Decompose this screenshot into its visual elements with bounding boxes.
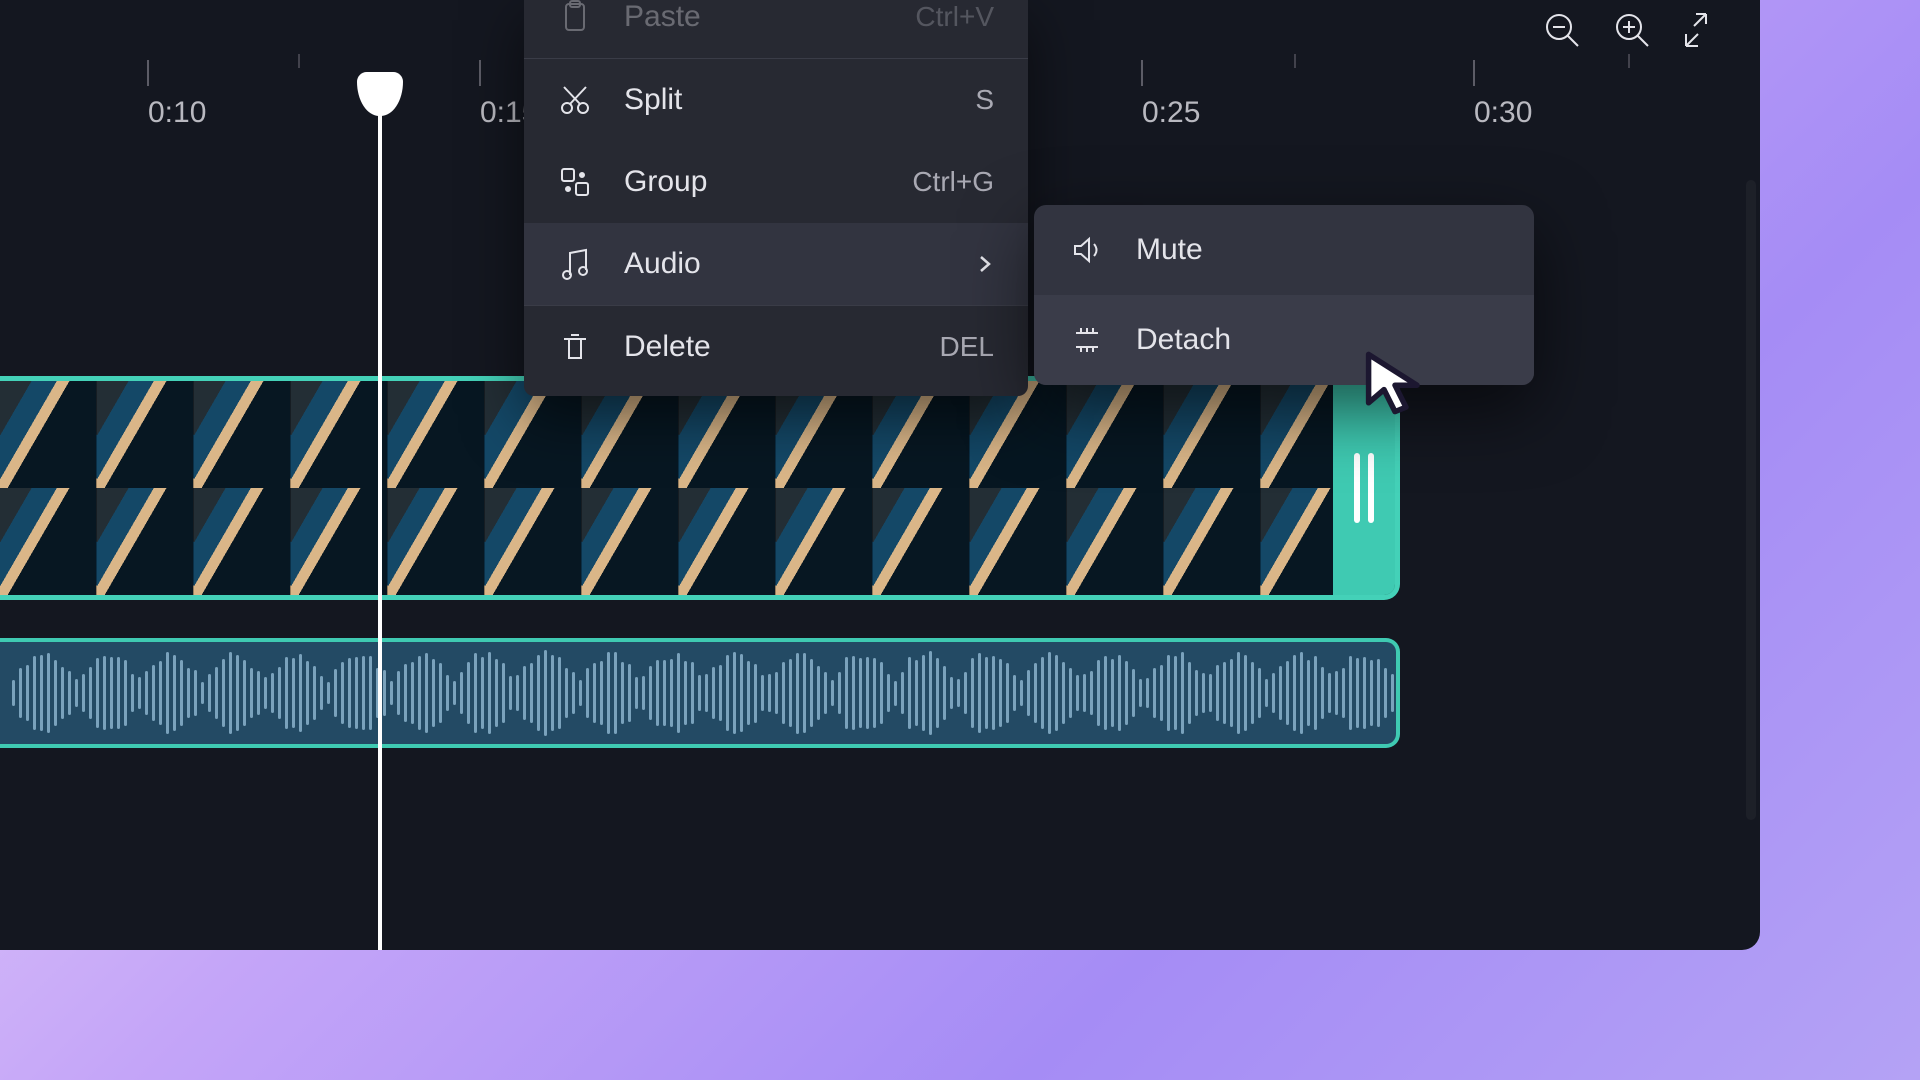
video-frame bbox=[679, 381, 776, 595]
menu-item-paste[interactable]: Paste Ctrl+V bbox=[524, 0, 1028, 58]
ruler-tick: 0:10 bbox=[148, 96, 206, 130]
submenu-item-detach[interactable]: Detach bbox=[1034, 295, 1534, 385]
detach-icon bbox=[1070, 323, 1104, 357]
timeline-zoom-controls bbox=[1542, 10, 1722, 55]
timeline-editor: 0:100:150:250:30 PasteCtrl+VSplitSGroupC… bbox=[0, 0, 1760, 950]
ruler-minor-tick bbox=[298, 54, 300, 68]
menu-item-group[interactable]: Group Ctrl+G bbox=[524, 141, 1028, 223]
fit-screen-icon[interactable] bbox=[1682, 10, 1722, 55]
video-frame bbox=[1067, 381, 1164, 595]
audio-submenu: Mute Detach bbox=[1034, 205, 1534, 385]
chevron-right-icon bbox=[976, 255, 994, 273]
video-clip[interactable] bbox=[0, 376, 1400, 600]
menu-item-delete[interactable]: Delete DEL bbox=[524, 306, 1028, 388]
video-frame bbox=[873, 381, 970, 595]
waveform bbox=[12, 642, 1384, 744]
audio-clip[interactable] bbox=[0, 638, 1400, 748]
video-frame bbox=[388, 381, 485, 595]
video-frame bbox=[1164, 381, 1261, 595]
menu-item-label: Audio bbox=[624, 247, 944, 281]
menu-item-label: Group bbox=[624, 165, 880, 199]
playhead[interactable] bbox=[378, 78, 382, 950]
group-icon bbox=[558, 165, 592, 199]
menu-item-shortcut: Ctrl+V bbox=[915, 1, 994, 33]
video-frame bbox=[97, 381, 194, 595]
trash-icon bbox=[558, 330, 592, 364]
menu-item-shortcut: DEL bbox=[940, 331, 994, 363]
zoom-in-icon[interactable] bbox=[1612, 10, 1652, 55]
speaker-icon bbox=[1070, 233, 1104, 267]
menu-item-label: Delete bbox=[624, 330, 908, 364]
ruler-minor-tick bbox=[1294, 54, 1296, 68]
submenu-item-label: Detach bbox=[1136, 323, 1498, 357]
vertical-scrollbar[interactable] bbox=[1746, 180, 1756, 820]
submenu-item-label: Mute bbox=[1136, 233, 1498, 267]
video-frame bbox=[485, 381, 582, 595]
video-frame bbox=[194, 381, 291, 595]
menu-item-audio[interactable]: Audio bbox=[524, 223, 1028, 305]
submenu-item-mute[interactable]: Mute bbox=[1034, 205, 1534, 295]
ruler-tick: 0:30 bbox=[1474, 96, 1532, 130]
video-frame bbox=[291, 381, 388, 595]
menu-item-split[interactable]: Split S bbox=[524, 59, 1028, 141]
video-frame bbox=[970, 381, 1067, 595]
video-frame bbox=[776, 381, 873, 595]
music-icon bbox=[558, 247, 592, 281]
menu-item-shortcut: Ctrl+G bbox=[912, 166, 994, 198]
paste-icon bbox=[558, 0, 592, 34]
video-frame bbox=[0, 381, 97, 595]
menu-item-shortcut: S bbox=[975, 84, 994, 116]
video-frame bbox=[582, 381, 679, 595]
zoom-out-icon[interactable] bbox=[1542, 10, 1582, 55]
ruler-tick: 0:25 bbox=[1142, 96, 1200, 130]
context-menu: PasteCtrl+VSplitSGroupCtrl+GAudioDeleteD… bbox=[524, 0, 1028, 396]
menu-item-label: Split bbox=[624, 83, 943, 117]
scissors-icon bbox=[558, 83, 592, 117]
ruler-minor-tick bbox=[1628, 54, 1630, 68]
menu-item-label: Paste bbox=[624, 0, 883, 34]
clip-trim-handle[interactable] bbox=[1333, 381, 1395, 595]
